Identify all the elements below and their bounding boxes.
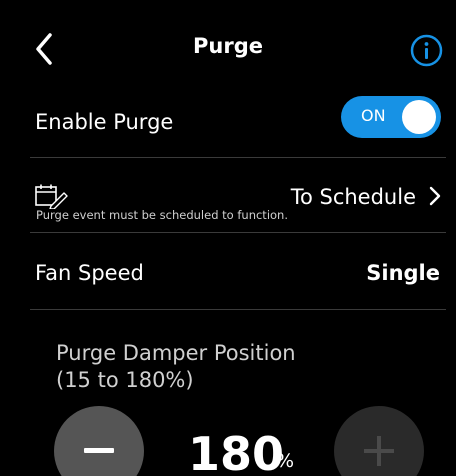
purge-screen: Purge Enable Purge ON To Schedule Purge … <box>0 0 456 476</box>
enable-purge-toggle[interactable]: ON <box>341 96 441 138</box>
damper-position-unit: % <box>276 450 295 472</box>
schedule-note: Purge event must be scheduled to functio… <box>36 208 288 222</box>
page-title: Purge <box>193 34 263 58</box>
info-button[interactable] <box>410 34 443 67</box>
toggle-knob <box>402 100 436 134</box>
fan-speed-value[interactable]: Single <box>366 261 440 285</box>
divider <box>30 232 446 233</box>
damper-range-text: (15 to 180%) <box>56 368 194 392</box>
minus-icon <box>84 448 114 453</box>
to-schedule-label: To Schedule <box>290 185 416 209</box>
toggle-state-text: ON <box>361 106 386 125</box>
damper-title-line1: Purge Damper Position <box>56 341 296 365</box>
increase-damper-button[interactable] <box>334 406 424 476</box>
calendar-edit-icon <box>34 183 68 210</box>
divider <box>30 309 446 310</box>
info-icon <box>410 34 443 67</box>
fan-speed-label: Fan Speed <box>35 261 144 285</box>
damper-position-value: 180 <box>188 427 285 476</box>
decrease-damper-button[interactable] <box>54 406 144 476</box>
enable-purge-label: Enable Purge <box>35 110 174 134</box>
damper-position-title: Purge Damper Position (15 to 180%) <box>56 340 296 394</box>
chevron-right-icon <box>429 186 441 206</box>
divider <box>30 157 446 158</box>
